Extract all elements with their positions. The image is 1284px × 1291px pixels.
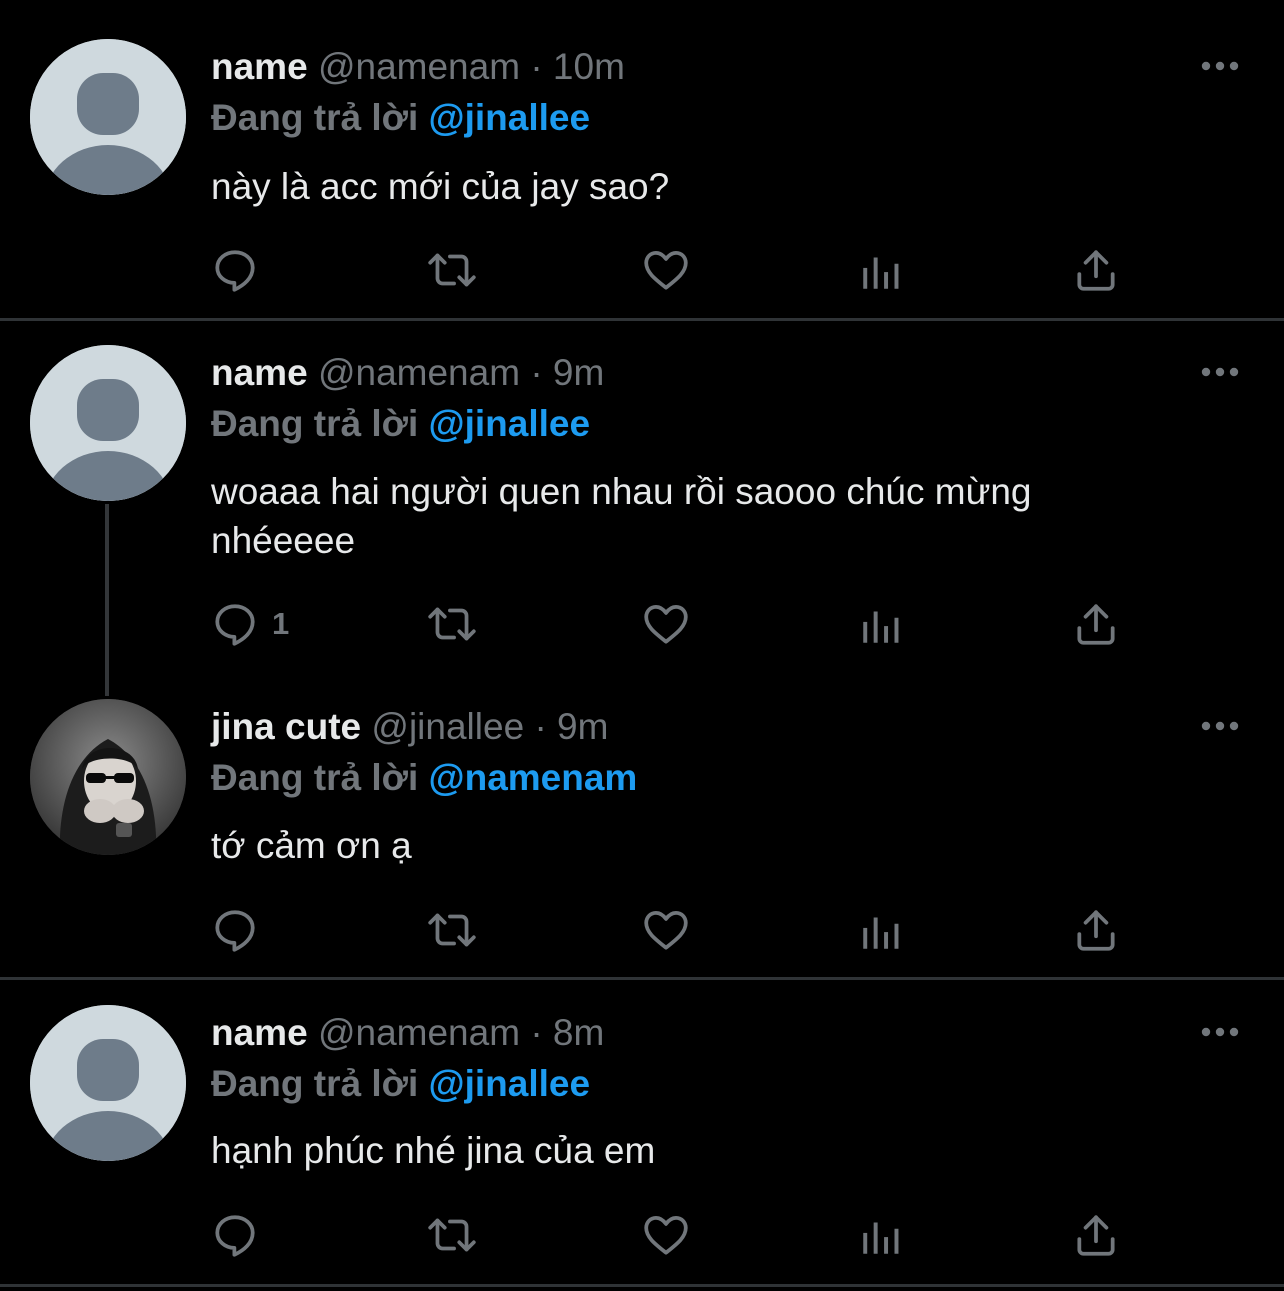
retweet-icon	[425, 1210, 479, 1260]
thread-connector	[105, 504, 109, 696]
share-button[interactable]	[1071, 905, 1121, 955]
more-icon[interactable]	[1198, 56, 1242, 76]
views-button[interactable]	[857, 1210, 907, 1260]
reply-button[interactable]	[210, 245, 272, 295]
share-icon	[1071, 599, 1121, 649]
reply-button[interactable]	[210, 1210, 272, 1260]
user-handle[interactable]: @namenam	[318, 46, 520, 87]
share-icon	[1071, 245, 1121, 295]
action-bar	[210, 245, 1130, 295]
views-button[interactable]	[857, 245, 907, 295]
retweet-button[interactable]	[425, 1210, 479, 1260]
heart-icon	[641, 245, 691, 295]
default-profile-icon	[30, 39, 186, 195]
retweet-button[interactable]	[425, 245, 479, 295]
reply-count: 1	[272, 606, 290, 641]
replying-to: Đang trả lời @jinallee	[211, 96, 590, 140]
replying-to-handle[interactable]: @jinallee	[429, 97, 591, 138]
reply-button[interactable]	[210, 905, 272, 955]
replying-to-handle[interactable]: @jinallee	[429, 403, 591, 444]
timestamp[interactable]: 9m	[557, 706, 608, 747]
tweet[interactable]: name @namenam · 10m Đang trả lời @jinall…	[0, 0, 1284, 318]
reply-icon	[210, 599, 260, 649]
replying-to: Đang trả lời @namenam	[211, 756, 637, 800]
display-name[interactable]: name	[211, 1012, 308, 1053]
action-bar: 1	[210, 599, 1130, 649]
reply-icon	[210, 905, 260, 955]
share-icon	[1071, 905, 1121, 955]
user-handle[interactable]: @namenam	[318, 352, 520, 393]
views-button[interactable]	[857, 905, 907, 955]
replying-to-label: Đang trả lời	[211, 757, 419, 798]
views-icon	[857, 905, 907, 955]
more-icon[interactable]	[1198, 362, 1242, 382]
user-photo-icon	[30, 699, 186, 855]
retweet-button[interactable]	[425, 599, 479, 649]
replying-to-handle[interactable]: @namenam	[429, 757, 638, 798]
retweet-icon	[425, 905, 479, 955]
tweet[interactable]: jina cute @jinallee · 9m Đang trả lời @n…	[0, 681, 1284, 977]
separator: ·	[530, 352, 543, 393]
reply-icon	[210, 245, 260, 295]
default-profile-icon	[30, 1005, 186, 1161]
share-button[interactable]	[1071, 1210, 1121, 1260]
share-icon	[1071, 1210, 1121, 1260]
tweet-text: woaaa hai người quen nhau rồi saooo chúc…	[211, 471, 1032, 561]
avatar[interactable]	[30, 39, 186, 195]
views-icon	[857, 245, 907, 295]
tweet[interactable]: name @namenam · 9m Đang trả lời @jinalle…	[0, 321, 1284, 696]
tweet-header: jina cute @jinallee · 9m	[211, 705, 608, 749]
tweet-text: này là acc mới của jay sao?	[211, 166, 670, 207]
more-icon[interactable]	[1198, 716, 1242, 736]
like-button[interactable]	[641, 245, 691, 295]
replying-to-label: Đang trả lời	[211, 403, 419, 444]
avatar[interactable]	[30, 1005, 186, 1161]
like-button[interactable]	[641, 905, 691, 955]
tweet-header: name @namenam · 9m	[211, 351, 604, 395]
divider	[0, 1284, 1284, 1287]
tweet[interactable]: name @namenam · 8m Đang trả lời @jinalle…	[0, 980, 1284, 1284]
retweet-button[interactable]	[425, 905, 479, 955]
heart-icon	[641, 1210, 691, 1260]
reply-button[interactable]: 1	[210, 599, 289, 649]
tweet-text: hạnh phúc nhé jina của em	[211, 1130, 656, 1171]
views-icon	[857, 1210, 907, 1260]
display-name[interactable]: name	[211, 46, 308, 87]
replying-to-handle[interactable]: @jinallee	[429, 1063, 591, 1104]
user-handle[interactable]: @namenam	[318, 1012, 520, 1053]
action-bar	[210, 1210, 1130, 1260]
timestamp[interactable]: 8m	[553, 1012, 604, 1053]
separator: ·	[530, 46, 543, 87]
timestamp[interactable]: 9m	[553, 352, 604, 393]
more-icon[interactable]	[1198, 1022, 1242, 1042]
share-button[interactable]	[1071, 245, 1121, 295]
heart-icon	[641, 905, 691, 955]
tweet-header: name @namenam · 10m	[211, 45, 625, 89]
like-button[interactable]	[641, 599, 691, 649]
action-bar	[210, 905, 1130, 955]
replying-to: Đang trả lời @jinallee	[211, 1062, 590, 1106]
retweet-icon	[425, 599, 479, 649]
tweet-text: tớ cảm ơn ạ	[211, 825, 412, 866]
like-button[interactable]	[641, 1210, 691, 1260]
default-profile-icon	[30, 345, 186, 501]
display-name[interactable]: jina cute	[211, 706, 361, 747]
share-button[interactable]	[1071, 599, 1121, 649]
views-icon	[857, 599, 907, 649]
replying-to-label: Đang trả lời	[211, 1063, 419, 1104]
display-name[interactable]: name	[211, 352, 308, 393]
tweet-header: name @namenam · 8m	[211, 1011, 604, 1055]
heart-icon	[641, 599, 691, 649]
separator: ·	[534, 706, 547, 747]
views-button[interactable]	[857, 599, 907, 649]
avatar[interactable]	[30, 345, 186, 501]
user-handle[interactable]: @jinallee	[371, 706, 524, 747]
retweet-icon	[425, 245, 479, 295]
separator: ·	[530, 1012, 543, 1053]
replying-to: Đang trả lời @jinallee	[211, 402, 590, 446]
avatar[interactable]	[30, 699, 186, 855]
reply-icon	[210, 1210, 260, 1260]
replying-to-label: Đang trả lời	[211, 97, 419, 138]
timestamp[interactable]: 10m	[553, 46, 625, 87]
